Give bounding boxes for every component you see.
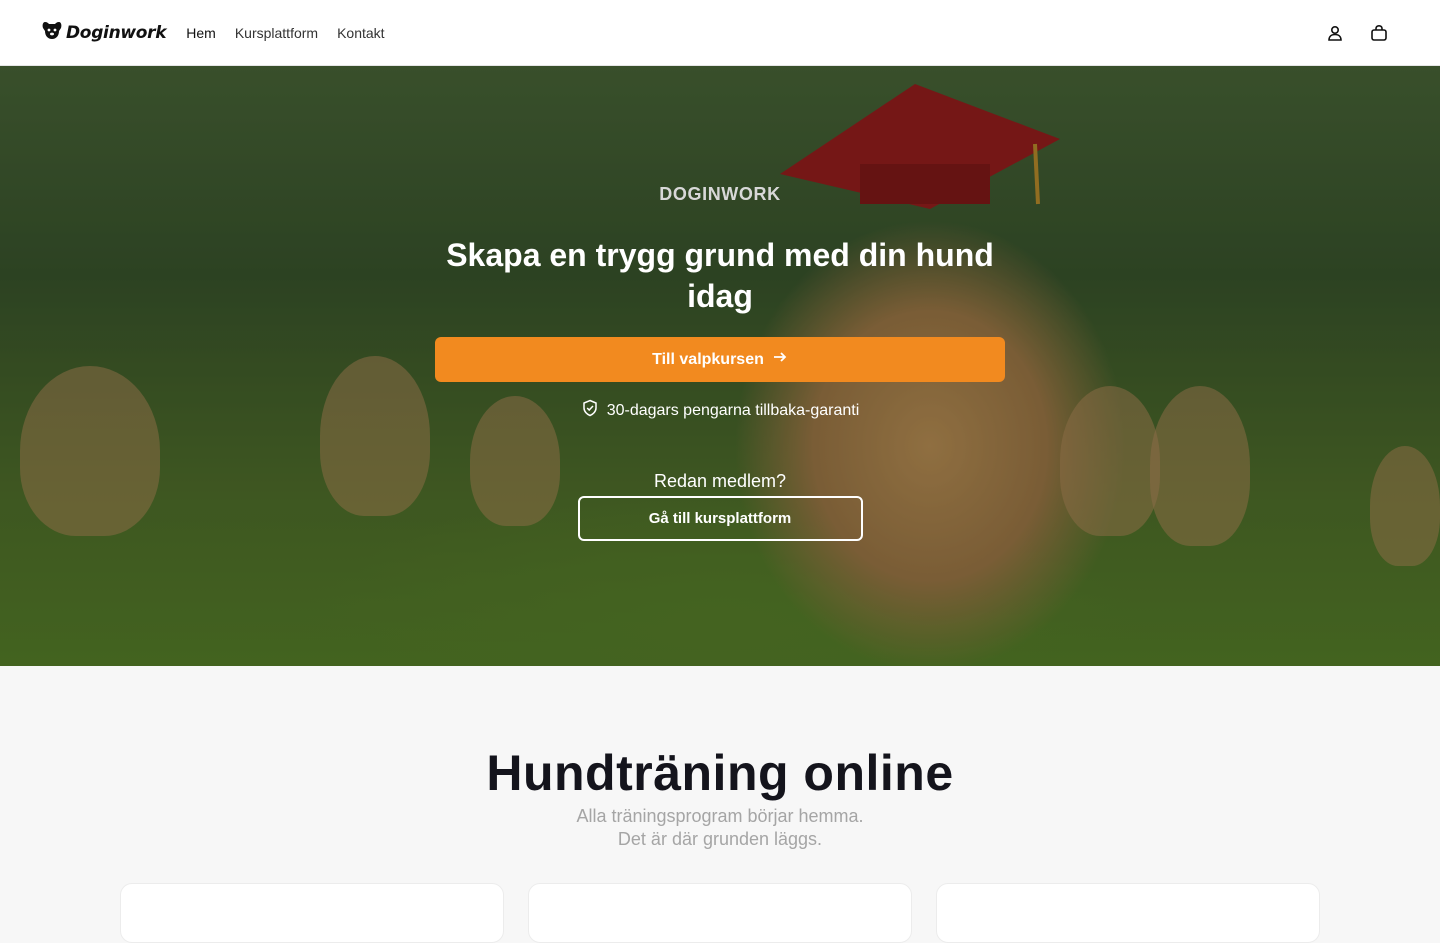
section-subtitle: Alla träningsprogram börjar hemma. Det ä… (0, 805, 1440, 851)
shield-check-icon (581, 399, 599, 422)
nav-item-kontakt[interactable]: Kontakt (337, 25, 384, 41)
logo[interactable]: Doginwork (42, 19, 167, 46)
member-question: Redan medlem? (653, 471, 787, 491)
program-card[interactable] (120, 883, 504, 943)
hero-content: DOGINWORK Skapa en trygg grund med din h… (0, 66, 1440, 666)
section-title: Hundträning online (486, 745, 954, 801)
guarantee-note: 30-dagars pengarna tillbaka-garanti (581, 399, 860, 422)
go-to-platform-button[interactable]: Gå till kursplattform (577, 496, 863, 541)
valpkurs-button-label: Till valpkursen (652, 350, 764, 368)
header-actions (1326, 24, 1398, 42)
valpkurs-button[interactable]: Till valpkursen (435, 337, 1005, 382)
site-header: Doginwork Hem Kursplattform Kontakt (0, 0, 1440, 66)
logo-text: Doginwork (66, 22, 167, 43)
dog-head-icon (42, 19, 62, 46)
program-card[interactable] (936, 883, 1320, 943)
guarantee-text: 30-dagars pengarna tillbaka-garanti (606, 401, 860, 419)
section-subtitle-line: Det är där grunden läggs. (617, 829, 823, 849)
program-card[interactable] (528, 883, 912, 943)
section-subtitle-line: Alla träningsprogram börjar hemma. (576, 806, 864, 826)
shopping-bag-icon[interactable] (1370, 24, 1388, 42)
arrow-right-icon (772, 349, 788, 370)
nav-item-kursplattform[interactable]: Kursplattform (235, 25, 318, 41)
nav-item-hem[interactable]: Hem (186, 25, 216, 41)
user-icon[interactable] (1326, 24, 1344, 42)
hero-eyebrow: DOGINWORK (659, 184, 781, 204)
program-cards (120, 883, 1320, 943)
main-nav: Hem Kursplattform Kontakt (186, 25, 384, 41)
hero-section: DOGINWORK Skapa en trygg grund med din h… (0, 66, 1440, 666)
hero-title: Skapa en trygg grund med din hund idag (446, 237, 994, 314)
